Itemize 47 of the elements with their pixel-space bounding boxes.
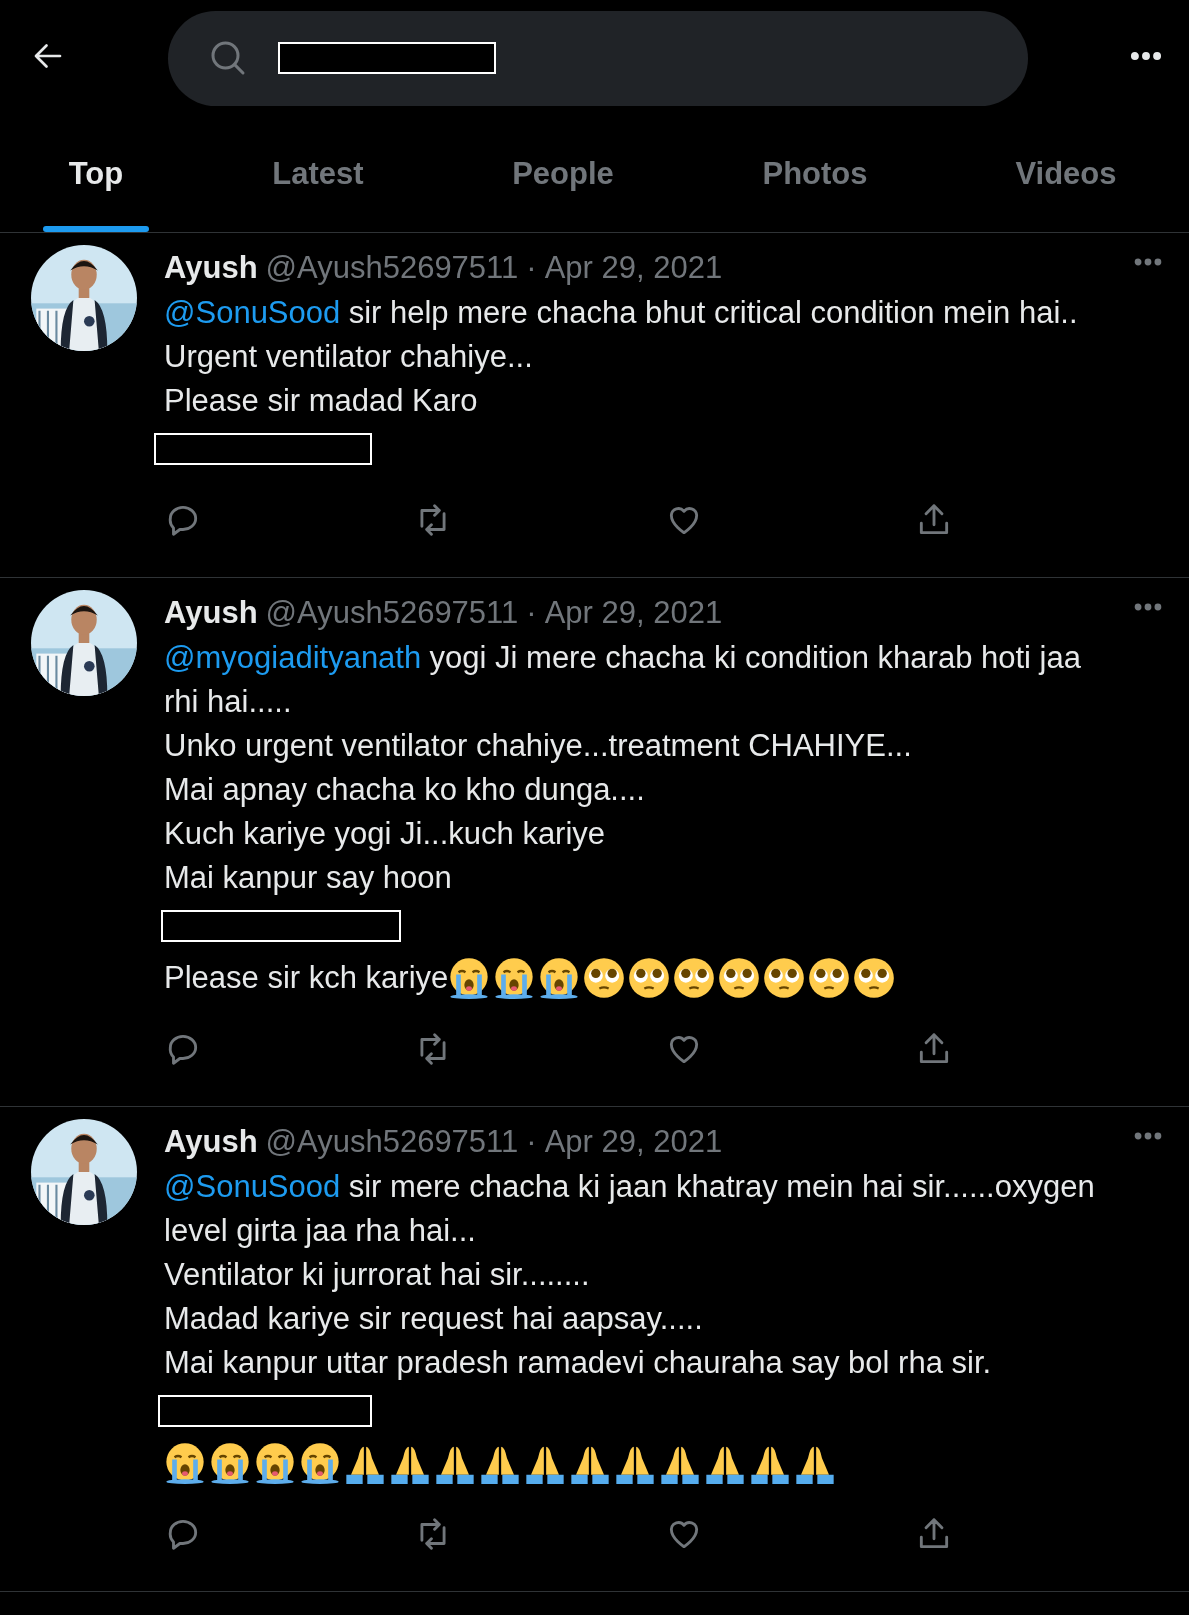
user-handle: @Ayush52697511 (265, 594, 519, 632)
tab[interactable]: Latest (246, 116, 390, 232)
crying-face-icon (254, 1442, 296, 1484)
tweet-text: Mai kanpur uttar pradesh ramadevi chauraha say bol rha sir. (164, 1344, 993, 1382)
mention-link[interactable]: @myogiadityanath (164, 640, 422, 675)
tweet-date: Apr 29, 2021 (544, 1123, 723, 1161)
separator-dot: · (526, 249, 537, 287)
pleading-face-icon (808, 957, 851, 999)
crying-face-icon (448, 957, 491, 999)
separator-dot: · (526, 594, 537, 632)
user-handle: @Ayush52697511 (265, 249, 519, 287)
mention-link[interactable]: @SonuSood (164, 1169, 341, 1204)
pleading-face-icon (628, 957, 671, 999)
tab[interactable]: Top (42, 116, 150, 232)
crying-face-icon (164, 1442, 206, 1484)
user-name[interactable]: Ayush (164, 591, 258, 635)
tab[interactable]: Photos (736, 116, 894, 232)
tweet-text: @myogiadityanath yogi Ji mere chacha ki condition kharab hoti jaa rhi hai..... (164, 639, 1082, 721)
mention-link[interactable]: @SonuSood (164, 295, 341, 330)
crying-face-icon (538, 957, 581, 999)
tab[interactable]: Videos (989, 116, 1143, 232)
tweet-text: @SonuSood sir mere chacha ki jaan khatray mein hai sir......oxygen level girta jaa rha hai... (164, 1168, 1096, 1250)
tweet-text: Please sir kch kariye (164, 959, 449, 997)
tweet-text: Unko urgent ventilator chahiye...treatment CHAHIYE... (164, 727, 913, 765)
pleading-face-icon (718, 957, 761, 999)
tweet-text: Mai apnay chacha ko kho dunga.... (164, 771, 646, 809)
pleading-face-icon (763, 957, 806, 999)
pleading-face-icon (853, 957, 896, 999)
tweet-text: @SonuSood sir help mere chacha bhut critical condition mein hai.. (164, 294, 1079, 332)
tweet-text: Madad kariye sir request hai aapsay..... (164, 1300, 704, 1338)
tweet-date: Apr 29, 2021 (544, 594, 723, 632)
tweet-date: Apr 29, 2021 (544, 249, 723, 287)
tweet-text: Urgent ventilator chahiye... (164, 338, 534, 376)
pleading-face-icon (583, 957, 626, 999)
tweet-text: Kuch kariye yogi Ji...kuch kariye (164, 815, 607, 853)
user-name[interactable]: Ayush (164, 246, 258, 290)
user-name[interactable]: Ayush (164, 1120, 258, 1164)
tab[interactable]: People (486, 116, 640, 232)
separator-dot: · (526, 1123, 537, 1161)
pleading-face-icon (673, 957, 716, 999)
tweet-text: Please sir madad Karo (164, 382, 479, 420)
tweet-text: Ventilator ki jurrorat hai sir........ (164, 1256, 591, 1294)
crying-face-icon (493, 957, 536, 999)
tweet-text: Mai kanpur say hoon (164, 859, 453, 897)
crying-face-icon (209, 1442, 251, 1484)
user-handle: @Ayush52697511 (265, 1123, 519, 1161)
crying-face-icon (299, 1442, 341, 1484)
